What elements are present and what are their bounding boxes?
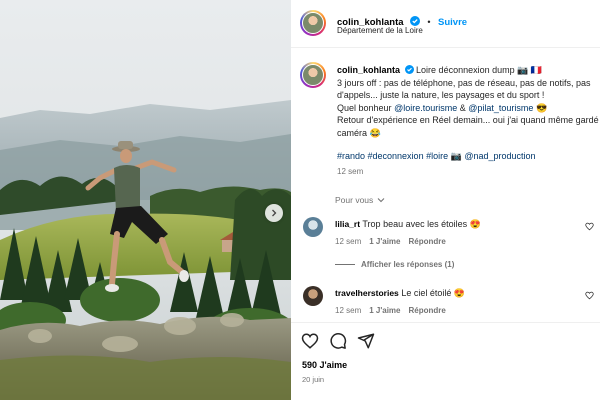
show-replies-button[interactable]: Afficher les réponses (1): [335, 260, 454, 269]
comment-username[interactable]: lilia_rt: [335, 219, 360, 229]
post-photo[interactable]: [0, 0, 291, 400]
caption-line: Retour d'expérience en Réel demain... ou…: [337, 115, 599, 125]
mention-link[interactable]: @nad_production: [464, 151, 535, 161]
caption-line: caméra 😂: [337, 127, 381, 138]
comment-icon[interactable]: [329, 332, 347, 350]
comment-age: 12 sem: [335, 305, 362, 315]
chevron-right-icon: [272, 209, 277, 217]
share-icon[interactable]: [357, 332, 375, 350]
caption-title: Loire déconnexion dump 📷 🇫🇷: [416, 65, 543, 75]
location-link[interactable]: Département de la Loire: [337, 26, 423, 35]
for-you-label: Pour vous: [335, 195, 374, 205]
comment-heart-icon[interactable]: [585, 222, 594, 231]
mention-link[interactable]: @pilat_tourisme: [468, 103, 533, 113]
mention-link[interactable]: @loire.tourisme: [394, 103, 457, 113]
caption: colin_kohlanta Loire déconnexion dump 📷 …: [337, 64, 599, 176]
caption-text: Quel bonheur: [337, 102, 392, 113]
reply-button[interactable]: Répondre: [409, 306, 446, 315]
replies-divider: [335, 264, 355, 265]
comment-username[interactable]: travelherstories: [335, 288, 399, 298]
follow-button[interactable]: Suivre: [438, 17, 467, 28]
likes-count[interactable]: 590 J'aime: [302, 360, 347, 370]
comment-text: Trop beau avec les étoiles 😍: [362, 219, 481, 229]
comment-avatar[interactable]: [303, 286, 323, 306]
reply-button[interactable]: Répondre: [409, 237, 446, 246]
comment: lilia_rt Trop beau avec les étoiles 😍 12…: [335, 218, 481, 246]
caption-age: 12 sem: [337, 166, 364, 176]
for-you-section[interactable]: Pour vous: [335, 195, 385, 205]
post-panel: colin_kohlanta • Suivre Département de l…: [291, 0, 600, 400]
verified-badge-icon: [409, 16, 420, 26]
comment-heart-icon[interactable]: [585, 291, 594, 300]
comment-text: Le ciel étoilé 😍: [401, 288, 466, 298]
avatar[interactable]: [300, 10, 326, 36]
header-separator: •: [427, 17, 431, 27]
heart-icon[interactable]: [301, 332, 319, 350]
photo-scene: [0, 0, 291, 400]
post-actions: 590 J'aime 20 juin: [291, 322, 600, 400]
hashtag-links[interactable]: #rando #deconnexion #loire: [337, 151, 448, 161]
caption-text: &: [459, 102, 466, 113]
caption-line: 3 jours off : pas de téléphone, pas de r…: [337, 77, 591, 88]
comment-likes[interactable]: 1 J'aime: [369, 306, 400, 315]
next-photo-button[interactable]: [265, 204, 283, 222]
verified-badge-icon: [404, 65, 414, 74]
post-date: 20 juin: [302, 375, 325, 384]
chevron-down-icon: [377, 198, 385, 203]
caption-emoji: 📷: [450, 151, 462, 161]
caption-emoji: 😎: [535, 102, 548, 113]
comment: travelherstories Le ciel étoilé 😍 12 sem…: [335, 287, 465, 315]
caption-avatar[interactable]: [300, 62, 326, 88]
caption-username[interactable]: colin_kohlanta: [337, 65, 400, 75]
show-replies-label: Afficher les réponses (1): [361, 260, 455, 269]
caption-line: d'appels... juste la nature, les paysage…: [337, 90, 545, 100]
comment-avatar[interactable]: [303, 217, 323, 237]
comment-age: 12 sem: [335, 236, 362, 246]
post-header: colin_kohlanta • Suivre Département de l…: [291, 0, 600, 48]
comment-likes[interactable]: 1 J'aime: [369, 237, 400, 246]
